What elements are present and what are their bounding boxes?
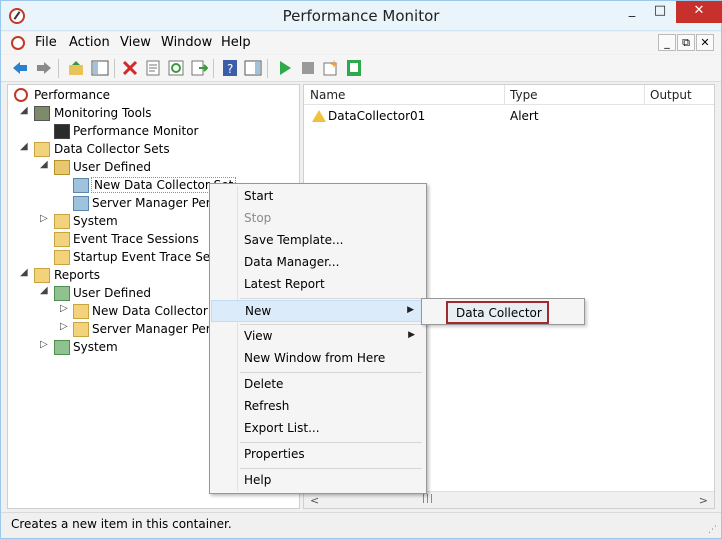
report-icon — [54, 340, 70, 355]
report-folder-icon — [73, 322, 89, 337]
main-window: Performance Monitor _ □ ✕ File Action Vi… — [0, 0, 722, 539]
menu-help[interactable]: Help — [221, 35, 251, 50]
column-header-type[interactable]: Type — [510, 88, 538, 102]
list-header: Name Type Output — [304, 85, 714, 105]
column-header-name[interactable]: Name — [310, 88, 345, 102]
report-folder-icon — [73, 304, 89, 319]
monitoring-tools-icon — [34, 106, 50, 121]
help-icon[interactable]: ? — [221, 59, 239, 77]
menu-item-view[interactable]: View ▶ — [211, 326, 425, 348]
performance-monitor-chart-icon — [54, 124, 70, 139]
collapsed-arrow-icon[interactable]: ▷ — [60, 321, 70, 332]
expanded-arrow-icon[interactable]: ◢ — [20, 267, 30, 278]
reports-folder-icon — [34, 268, 50, 283]
action-pane-icon[interactable] — [244, 59, 262, 77]
expanded-arrow-icon[interactable]: ◢ — [40, 159, 50, 170]
up-folder-icon[interactable] — [67, 59, 85, 77]
menu-file[interactable]: File — [35, 35, 57, 50]
child-restore-button[interactable]: ⧉ — [677, 34, 695, 51]
window-title: Performance Monitor — [282, 7, 440, 25]
scroll-thumb[interactable]: ||| — [422, 494, 434, 504]
expanded-arrow-icon[interactable]: ◢ — [20, 141, 30, 152]
menu-window[interactable]: Window — [161, 35, 212, 50]
submenu-arrow-icon: ▶ — [408, 330, 415, 340]
child-close-button[interactable]: ✕ — [696, 34, 714, 51]
menu-item-delete[interactable]: Delete — [211, 374, 425, 396]
refresh-icon[interactable] — [167, 59, 185, 77]
menu-item-new-window[interactable]: New Window from Here — [211, 348, 425, 370]
menu-item-new[interactable]: New ▶ — [211, 300, 425, 322]
start-icon[interactable] — [276, 59, 294, 77]
report-icon — [54, 286, 70, 301]
export-list-icon[interactable] — [190, 59, 208, 77]
list-cell-name: DataCollector01 — [328, 109, 426, 123]
back-icon[interactable] — [11, 59, 29, 77]
maximize-button[interactable]: □ — [647, 1, 673, 23]
child-minimize-button[interactable]: _ — [658, 34, 676, 51]
column-header-output[interactable]: Output — [650, 88, 692, 102]
new-icon[interactable] — [322, 59, 340, 77]
expanded-arrow-icon[interactable]: ◢ — [20, 105, 30, 116]
data-collector-sets-icon — [34, 142, 50, 157]
latest-report-icon[interactable] — [345, 59, 363, 77]
status-bar: Creates a new item in this container. ⋰ — [1, 512, 721, 538]
new-submenu: Data Collector — [421, 298, 585, 325]
data-collector-set-icon — [73, 196, 89, 211]
menu-bar: File Action View Window Help — [1, 32, 721, 54]
scroll-left-icon[interactable]: < — [310, 494, 319, 507]
list-cell-type: Alert — [510, 109, 539, 123]
delete-icon[interactable] — [121, 59, 139, 77]
resize-grip-icon[interactable]: ⋰ — [708, 525, 717, 535]
title-bar[interactable]: Performance Monitor _ □ ✕ — [1, 1, 722, 31]
menu-item-export-list[interactable]: Export List... — [211, 418, 425, 440]
collapsed-arrow-icon[interactable]: ▷ — [40, 213, 50, 224]
submenu-arrow-icon: ▶ — [407, 305, 414, 315]
menu-item-start[interactable]: Start — [211, 186, 425, 208]
scroll-right-icon[interactable]: > — [699, 494, 708, 507]
menu-action[interactable]: Action — [69, 35, 110, 50]
alert-warning-icon — [312, 110, 326, 122]
system-folder-icon — [54, 214, 70, 229]
performance-icon — [14, 88, 28, 102]
menu-item-data-manager[interactable]: Data Manager... — [211, 252, 425, 274]
stop-icon[interactable] — [299, 59, 317, 77]
expanded-arrow-icon[interactable]: ◢ — [40, 285, 50, 296]
menu-item-properties[interactable]: Properties — [211, 444, 425, 466]
event-trace-folder-icon — [54, 232, 70, 247]
system-menu-icon[interactable] — [11, 36, 25, 50]
properties-icon[interactable] — [144, 59, 162, 77]
menu-view[interactable]: View — [120, 35, 151, 50]
close-button[interactable]: ✕ — [676, 1, 722, 23]
menu-item-save-template[interactable]: Save Template... — [211, 230, 425, 252]
collapsed-arrow-icon[interactable]: ▷ — [60, 303, 70, 314]
menu-item-help[interactable]: Help — [211, 470, 425, 492]
toolbar: ? — [1, 55, 721, 82]
menu-item-latest-report[interactable]: Latest Report — [211, 274, 425, 296]
startup-event-trace-folder-icon — [54, 250, 70, 265]
menu-item-data-collector[interactable]: Data Collector — [446, 301, 549, 324]
svg-text:?: ? — [227, 62, 233, 76]
forward-icon[interactable] — [35, 59, 53, 77]
menu-item-stop: Stop — [244, 211, 272, 225]
context-menu: Start Stop Save Template... Data Manager… — [209, 183, 427, 494]
show-hide-console-tree-icon[interactable] — [91, 59, 109, 77]
collapsed-arrow-icon[interactable]: ▷ — [40, 339, 50, 350]
minimize-button[interactable]: _ — [619, 1, 645, 23]
data-collector-set-icon — [73, 178, 89, 193]
menu-item-refresh[interactable]: Refresh — [211, 396, 425, 418]
status-text: Creates a new item in this container. — [11, 517, 232, 531]
user-defined-icon — [54, 160, 70, 175]
